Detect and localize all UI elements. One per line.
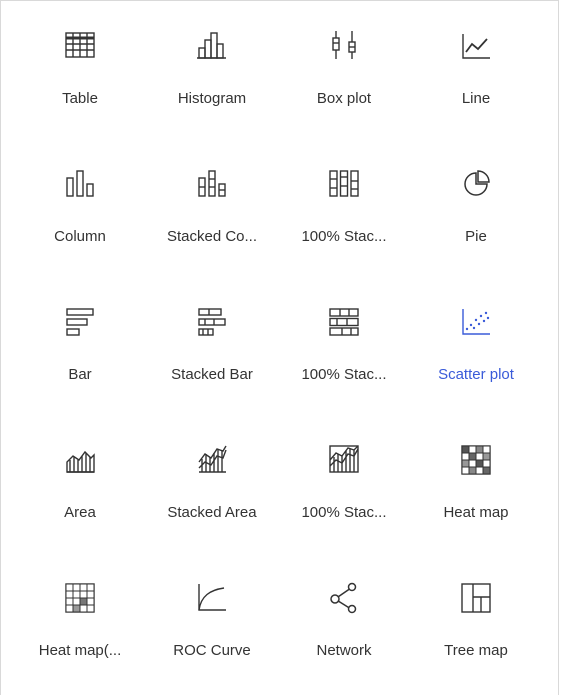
chart-type-heat-map[interactable]: Heat map [410, 415, 542, 545]
area-chart-icon [58, 438, 102, 482]
chart-type-label: Histogram [177, 90, 247, 107]
scrollbar[interactable] [559, 0, 568, 695]
chart-type-label: Stacked Bar [171, 366, 253, 383]
heat-map-alt-icon [58, 576, 102, 620]
stacked-area-icon [190, 438, 234, 482]
chart-type-area[interactable]: Area [14, 415, 146, 545]
chart-type-100-stacked-bar[interactable]: 100% Stac... [278, 277, 410, 407]
chart-type-histogram[interactable]: Histogram [146, 1, 278, 131]
scatter-plot-icon [454, 300, 498, 344]
bar-chart-icon [58, 300, 102, 344]
chart-type-label: Network [316, 642, 372, 659]
tree-map-icon [454, 576, 498, 620]
chart-type-label: 100% Stac... [301, 366, 387, 383]
100-stacked-bar-icon [322, 300, 366, 344]
box-plot-icon [322, 24, 366, 68]
100-stacked-column-icon [322, 162, 366, 206]
chart-type-table[interactable]: Table [14, 1, 146, 131]
roc-curve-icon [190, 576, 234, 620]
chart-type-column[interactable]: Column [14, 139, 146, 269]
chart-type-label: Column [54, 228, 106, 245]
pie-chart-icon [454, 162, 498, 206]
chart-type-box-plot[interactable]: Box plot [278, 1, 410, 131]
chart-type-100-stacked-column[interactable]: 100% Stac... [278, 139, 410, 269]
heat-map-icon [454, 438, 498, 482]
chart-type-label: Line [461, 90, 491, 107]
chart-type-label: Heat map [443, 504, 509, 521]
stacked-bar-icon [190, 300, 234, 344]
chart-type-label: Stacked Co... [166, 228, 258, 245]
table-icon [58, 24, 102, 68]
chart-type-label: Area [64, 504, 96, 521]
chart-type-tree-map[interactable]: Tree map [410, 553, 542, 683]
stacked-column-icon [190, 162, 234, 206]
100-stacked-area-icon [322, 438, 366, 482]
chart-type-label: Heat map(... [38, 642, 122, 659]
chart-type-stacked-column[interactable]: Stacked Co... [146, 139, 278, 269]
chart-type-label: ROC Curve [173, 642, 251, 659]
chart-type-scatter-plot[interactable]: Scatter plot [410, 277, 542, 407]
chart-type-label: Scatter plot [438, 366, 514, 383]
chart-type-label: Box plot [316, 90, 372, 107]
chart-type-label: Bar [68, 366, 92, 383]
chart-type-label: 100% Stac... [301, 228, 387, 245]
chart-type-label: Stacked Area [167, 504, 257, 521]
chart-type-label: 100% Stac... [301, 504, 387, 521]
chart-type-label: Pie [465, 228, 487, 245]
chart-type-line[interactable]: Line [410, 1, 542, 131]
line-chart-icon [454, 24, 498, 68]
network-icon [322, 576, 366, 620]
chart-type-stacked-area[interactable]: Stacked Area [146, 415, 278, 545]
chart-type-bar[interactable]: Bar [14, 277, 146, 407]
chart-type-100-stacked-area[interactable]: 100% Stac... [278, 415, 410, 545]
chart-type-network[interactable]: Network [278, 553, 410, 683]
chart-type-pie[interactable]: Pie [410, 139, 542, 269]
chart-type-stacked-bar[interactable]: Stacked Bar [146, 277, 278, 407]
histogram-icon [190, 24, 234, 68]
chart-type-panel: Table Histogram Box plot Line Column Sta… [0, 0, 559, 695]
chart-type-label: Table [62, 90, 98, 107]
chart-type-roc-curve[interactable]: ROC Curve [146, 553, 278, 683]
chart-type-heat-map-alt[interactable]: Heat map(... [14, 553, 146, 683]
chart-type-label: Tree map [444, 642, 508, 659]
column-chart-icon [58, 162, 102, 206]
